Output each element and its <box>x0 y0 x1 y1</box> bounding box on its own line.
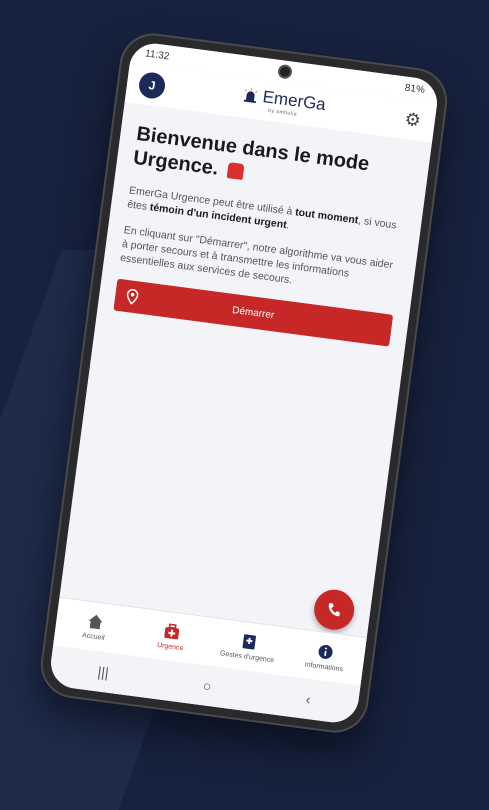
tab-label: Urgence <box>157 642 184 652</box>
tab-gestes[interactable]: Gestes d'urgence <box>212 628 285 665</box>
tab-label: Accueil <box>82 632 105 642</box>
siren-logo-icon <box>242 86 260 104</box>
tab-informations[interactable]: Informations <box>289 638 362 675</box>
app-logo: EmerGa by ambulia <box>241 84 327 121</box>
siren-emoji-icon <box>227 162 245 180</box>
info-icon <box>316 642 336 662</box>
gear-icon[interactable]: ⚙ <box>402 109 424 131</box>
tab-urgence[interactable]: Urgence <box>135 618 208 655</box>
location-pin-icon <box>124 288 140 306</box>
main-content: Bienvenue dans le mode Urgence. EmerGa U… <box>98 102 432 349</box>
call-button[interactable] <box>312 587 357 632</box>
avatar[interactable]: J <box>137 71 166 100</box>
book-icon <box>239 632 259 652</box>
back-icon[interactable]: ‹ <box>305 691 312 707</box>
status-time: 11:32 <box>144 48 170 62</box>
recents-icon[interactable]: ||| <box>97 663 110 680</box>
home-icon <box>85 612 105 632</box>
phone-icon <box>325 601 343 619</box>
tab-label: Informations <box>304 661 343 673</box>
tab-label: Gestes d'urgence <box>219 650 274 664</box>
start-button-label: Démarrer <box>232 304 275 320</box>
home-button-icon[interactable]: ○ <box>202 677 212 694</box>
phone-screen: 11:32 81% J EmerGa <box>48 41 440 726</box>
tab-accueil[interactable]: Accueil <box>58 608 131 645</box>
phone-frame: 11:32 81% J EmerGa <box>37 29 452 736</box>
status-battery: 81% <box>404 82 425 96</box>
medical-kit-icon <box>162 622 182 642</box>
